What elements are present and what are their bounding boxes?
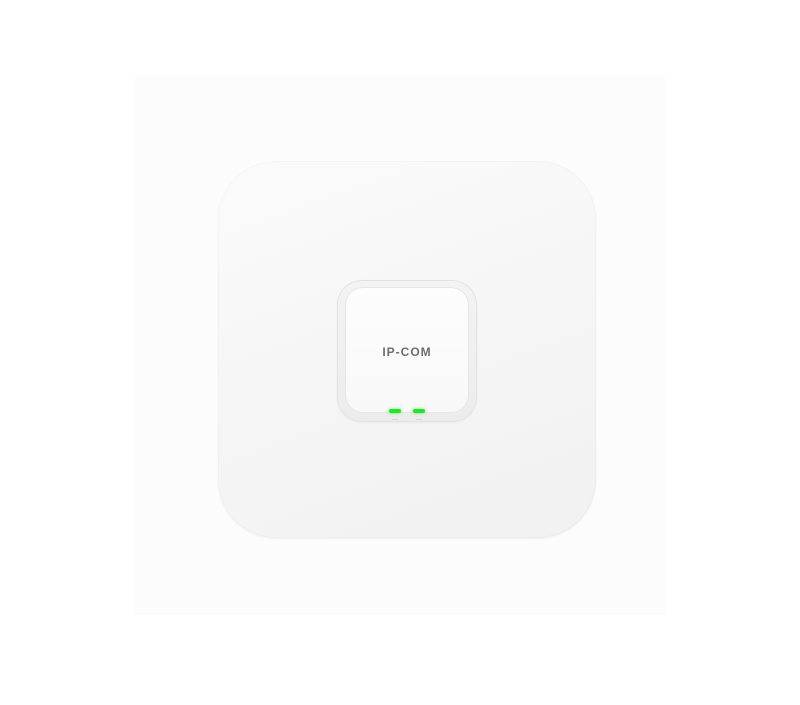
brand-logo: IP-COM bbox=[382, 345, 432, 359]
led-label-mark-2 bbox=[416, 419, 422, 420]
led-label-mark-1 bbox=[392, 419, 398, 420]
center-panel: IP-COM bbox=[338, 281, 476, 421]
status-led-1 bbox=[389, 409, 401, 413]
center-panel-face: IP-COM bbox=[345, 287, 469, 413]
status-led-2 bbox=[413, 409, 425, 413]
access-point-device: IP-COM bbox=[218, 161, 596, 538]
product-image: IP-COM bbox=[0, 0, 800, 705]
